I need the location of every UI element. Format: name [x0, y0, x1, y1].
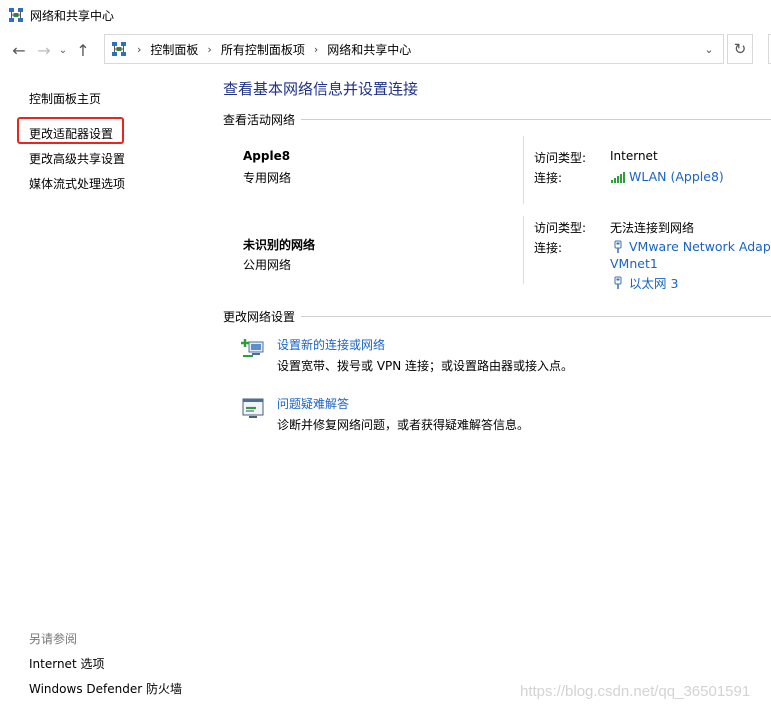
- troubleshoot-link[interactable]: 问题疑难解答: [277, 395, 529, 416]
- change-advanced-sharing-link[interactable]: 更改高级共享设置: [29, 150, 125, 167]
- vmnet1-link[interactable]: VMnet1: [610, 256, 658, 271]
- breadcrumb-separator-icon[interactable]: ›: [137, 43, 141, 56]
- see-also-label: 另请参阅: [29, 632, 78, 646]
- title-bar: 网络和共享中心: [0, 0, 771, 30]
- divider: [523, 216, 524, 284]
- refresh-button[interactable]: ↻: [727, 34, 753, 64]
- refresh-icon: ↻: [733, 40, 747, 58]
- left-pane: 控制面板主页 更改适配器设置 更改高级共享设置 媒体流式处理选项 另请参阅 In…: [0, 72, 200, 711]
- task-troubleshoot: 问题疑难解答 诊断并修复网络问题，或者获得疑难解答信息。: [241, 395, 529, 433]
- access-type-label: 访问类型:: [534, 221, 587, 235]
- setup-connection-link[interactable]: 设置新的连接或网络: [277, 336, 573, 357]
- connections-label: 连接:: [534, 241, 563, 255]
- address-bar[interactable]: › 控制面板 › 所有控制面板项 › 网络和共享中心 ⌄: [104, 34, 724, 64]
- media-streaming-options-link[interactable]: 媒体流式处理选项: [29, 175, 125, 192]
- task-description: 设置宽带、拨号或 VPN 连接；或设置路由器或接入点。: [277, 359, 574, 373]
- control-panel-home-link[interactable]: 控制面板主页: [29, 90, 101, 107]
- section-label: 查看活动网络: [223, 112, 296, 127]
- window-title: 网络和共享中心: [30, 8, 115, 23]
- task-setup-connection: 设置新的连接或网络 设置宽带、拨号或 VPN 连接；或设置路由器或接入点。: [241, 336, 573, 374]
- access-type-value: Internet: [610, 149, 658, 163]
- internet-options-link[interactable]: Internet 选项: [29, 655, 104, 672]
- breadcrumb-control-panel[interactable]: 控制面板: [150, 41, 198, 58]
- connection-name: WLAN (Apple8): [629, 169, 724, 184]
- change-adapter-settings-link[interactable]: 更改适配器设置: [29, 125, 113, 142]
- recent-locations-chevron-icon[interactable]: ⌄: [56, 39, 70, 61]
- change-settings-header: 更改网络设置: [223, 308, 771, 324]
- task-description: 诊断并修复网络问题，或者获得疑难解答信息。: [277, 418, 530, 432]
- network-center-icon: [9, 8, 23, 22]
- network-name: 未识别的网络: [243, 238, 316, 252]
- connections-label: 连接:: [534, 171, 563, 185]
- section-label: 更改网络设置: [223, 309, 296, 324]
- network-name: Apple8: [243, 149, 291, 163]
- access-type-label: 访问类型:: [534, 151, 587, 165]
- active-networks-header: 查看活动网络: [223, 111, 771, 127]
- forward-arrow-icon[interactable]: →: [33, 39, 55, 61]
- ethernet-cable-icon: [614, 240, 622, 253]
- address-dropdown-icon[interactable]: ⌄: [701, 41, 717, 57]
- page-title: 查看基本网络信息并设置连接: [223, 80, 419, 98]
- vmware-adapter-link[interactable]: VMware Network Adapter: [610, 239, 771, 254]
- breadcrumb-all-items[interactable]: 所有控制面板项: [221, 41, 305, 58]
- new-connection-icon: [241, 339, 264, 357]
- up-arrow-icon[interactable]: ↑: [72, 39, 94, 61]
- ethernet-cable-icon: [614, 276, 622, 289]
- troubleshoot-icon: [242, 398, 264, 418]
- windows-defender-firewall-link[interactable]: Windows Defender 防火墙: [29, 680, 182, 697]
- connection-name: 以太网 3: [629, 276, 679, 291]
- network-category[interactable]: 专用网络: [243, 169, 291, 186]
- connection-name: VMnet1: [610, 256, 658, 271]
- back-arrow-icon[interactable]: ←: [8, 39, 30, 61]
- breadcrumb-separator-icon[interactable]: ›: [207, 43, 211, 56]
- connection-name: VMware Network Adapter: [629, 239, 771, 254]
- breadcrumb-separator-icon[interactable]: ›: [314, 43, 318, 56]
- wlan-connection-link[interactable]: WLAN (Apple8): [610, 169, 724, 184]
- breadcrumb: › 控制面板 › 所有控制面板项 › 网络和共享中心: [127, 41, 411, 58]
- navigation-bar: ← → ⌄ ↑ › 控制面板 › 所有控制面板项 › 网络和共享中心 ⌄ ↻: [0, 32, 771, 68]
- network-center-icon: [112, 42, 126, 56]
- watermark-text: https://blog.csdn.net/qq_36501591: [520, 683, 751, 700]
- access-type-value: 无法连接到网络: [610, 221, 695, 235]
- ethernet3-link[interactable]: 以太网 3: [610, 273, 678, 292]
- wifi-signal-icon: [611, 171, 625, 183]
- breadcrumb-network-center[interactable]: 网络和共享中心: [327, 41, 411, 58]
- divider: [301, 315, 771, 317]
- divider: [301, 118, 771, 120]
- divider: [523, 136, 524, 204]
- network-category[interactable]: 公用网络: [243, 256, 291, 273]
